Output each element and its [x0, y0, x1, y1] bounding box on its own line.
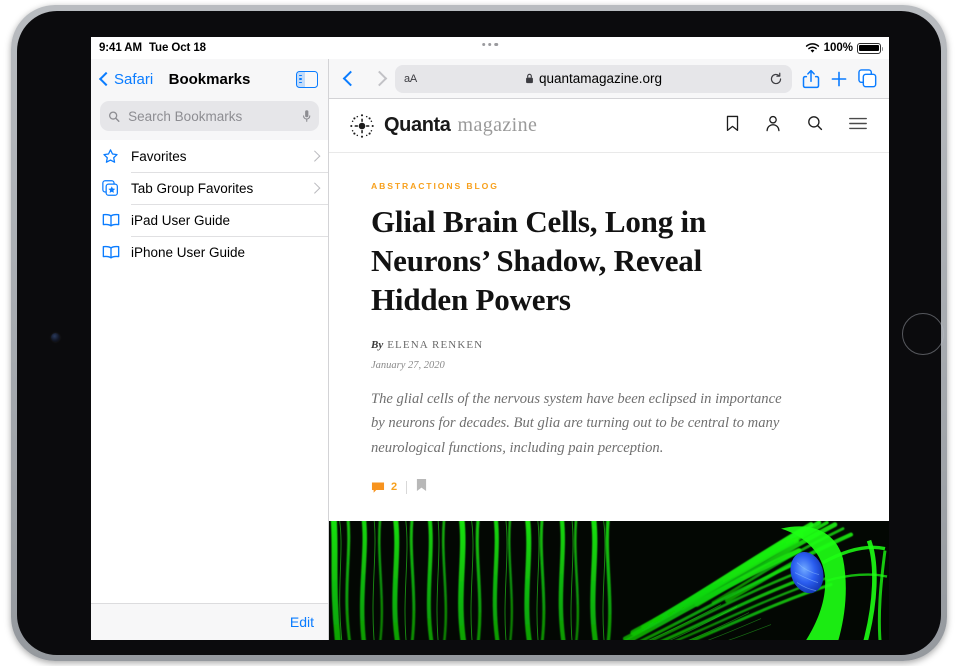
- hamburger-menu-icon[interactable]: [849, 117, 867, 135]
- article-date: January 27, 2020: [371, 360, 445, 372]
- bookmark-icon[interactable]: [726, 115, 739, 137]
- comment-count: 2: [391, 481, 398, 494]
- star-icon: [101, 148, 120, 165]
- chevron-left-icon: [98, 71, 114, 87]
- article-byline: By ELENA RENKEN: [371, 339, 849, 351]
- meta-divider: [406, 480, 408, 494]
- author-name[interactable]: ELENA RENKEN: [387, 339, 483, 351]
- article-deck: The glial cells of the nervous system ha…: [371, 391, 782, 456]
- plus-icon: [831, 71, 847, 86]
- reload-icon: [770, 72, 782, 84]
- device-screen: 9:41 AM Tue Oct 18 100% Safari Bookmarks…: [91, 37, 889, 640]
- wifi-icon: [805, 42, 819, 53]
- sidebar-item-ipad-user-guide[interactable]: iPad User Guide: [91, 204, 328, 236]
- share-button[interactable]: [802, 69, 820, 89]
- quanta-logo[interactable]: Quanta magazine: [347, 111, 537, 141]
- lock-icon: [526, 73, 533, 84]
- edit-button[interactable]: Edit: [290, 614, 314, 630]
- article-kicker[interactable]: ABSTRACTIONS BLOG: [371, 181, 849, 191]
- site-header: Quanta magazine: [329, 99, 889, 153]
- book-icon: [101, 245, 120, 259]
- sidebar-item-favorites[interactable]: Favorites: [91, 140, 328, 172]
- address-bar-center: quantamagazine.org: [395, 71, 792, 86]
- forward-button[interactable]: [371, 70, 388, 87]
- status-bar: 9:41 AM Tue Oct 18 100%: [91, 37, 889, 59]
- article-meta-row: 2: [371, 478, 849, 521]
- share-icon: [802, 69, 820, 88]
- back-to-safari-button[interactable]: Safari: [98, 70, 154, 88]
- front-camera: [51, 333, 60, 342]
- bookmarks-sidebar: Safari Bookmarks Search Bookmarks Favori…: [91, 59, 329, 640]
- book-icon: [101, 213, 120, 227]
- multitask-handle[interactable]: [482, 43, 498, 47]
- article-hero-image: [329, 520, 889, 640]
- sidebar-nav-bar: Safari Bookmarks: [91, 59, 328, 99]
- search-bookmarks-field[interactable]: [100, 101, 319, 131]
- status-bar-left: 9:41 AM Tue Oct 18: [99, 42, 206, 54]
- save-article-button[interactable]: [416, 478, 427, 497]
- sidebar-item-label: Favorites: [131, 148, 187, 164]
- web-content: Quanta magazine ABSTRACTIONS BLOG Glial …: [329, 99, 889, 640]
- new-tab-button[interactable]: [830, 70, 848, 88]
- text-size-label: aA: [404, 72, 417, 85]
- quanta-sunburst-icon: [350, 113, 374, 138]
- back-button[interactable]: [342, 70, 359, 87]
- browser-toolbar: aA quantamagazine.org: [329, 59, 889, 99]
- back-label: Safari: [114, 70, 154, 88]
- url-text: quantamagazine.org: [538, 71, 663, 86]
- bookmark-icon: [417, 478, 427, 491]
- comment-bubble-icon: [371, 482, 385, 493]
- search-container: [91, 99, 328, 140]
- battery-icon: [857, 42, 884, 54]
- status-date: Tue Oct 18: [148, 42, 206, 54]
- logo-text-bold: Quanta: [384, 114, 451, 136]
- sidebar-footer: Edit: [91, 603, 328, 640]
- by-label: By: [371, 339, 384, 352]
- glial-cell-micrograph: [329, 520, 889, 640]
- tab-group-star-icon: [101, 179, 120, 197]
- sidebar-item-label: Tab Group Favorites: [131, 180, 254, 196]
- microphone-icon[interactable]: [302, 109, 311, 124]
- logo-text-light: magazine: [457, 114, 538, 136]
- article-headline: Glial Brain Cells, Long in Neurons’ Shad…: [371, 204, 706, 318]
- account-icon[interactable]: [765, 115, 781, 137]
- home-button[interactable]: [902, 313, 944, 355]
- address-bar[interactable]: aA quantamagazine.org: [395, 64, 792, 93]
- tabs-icon: [858, 69, 877, 88]
- reload-button[interactable]: [769, 72, 783, 86]
- ipad-device: 9:41 AM Tue Oct 18 100% Safari Bookmarks…: [11, 5, 947, 661]
- chevron-right-icon: [308, 150, 320, 162]
- show-tabs-button[interactable]: [858, 69, 877, 88]
- search-icon[interactable]: [807, 115, 823, 136]
- sidebar-item-tab-group-favorites[interactable]: Tab Group Favorites: [91, 172, 328, 204]
- sidebar-item-iphone-user-guide[interactable]: iPhone User Guide: [91, 236, 328, 268]
- browser-pane: aA quantamagazine.org Quanta magazine AB…: [329, 59, 889, 640]
- chevron-right-icon: [308, 182, 320, 194]
- site-nav: [726, 115, 867, 137]
- status-time: 9:41 AM: [99, 42, 142, 54]
- text-size-button[interactable]: aA: [404, 73, 417, 85]
- article: ABSTRACTIONS BLOG Glial Brain Cells, Lon…: [329, 153, 889, 521]
- comments-button[interactable]: 2: [371, 481, 397, 494]
- search-icon: [109, 110, 120, 122]
- status-bar-right: 100%: [805, 42, 884, 54]
- sidebar-item-label: iPad User Guide: [131, 212, 231, 228]
- bookmarks-list: Favorites Tab Group Favorites iPad User …: [91, 140, 328, 603]
- battery-percent: 100%: [823, 42, 853, 54]
- sidebar-item-label: iPhone User Guide: [131, 244, 246, 260]
- sidebar-toggle-icon[interactable]: [296, 70, 318, 88]
- search-input[interactable]: [126, 107, 296, 125]
